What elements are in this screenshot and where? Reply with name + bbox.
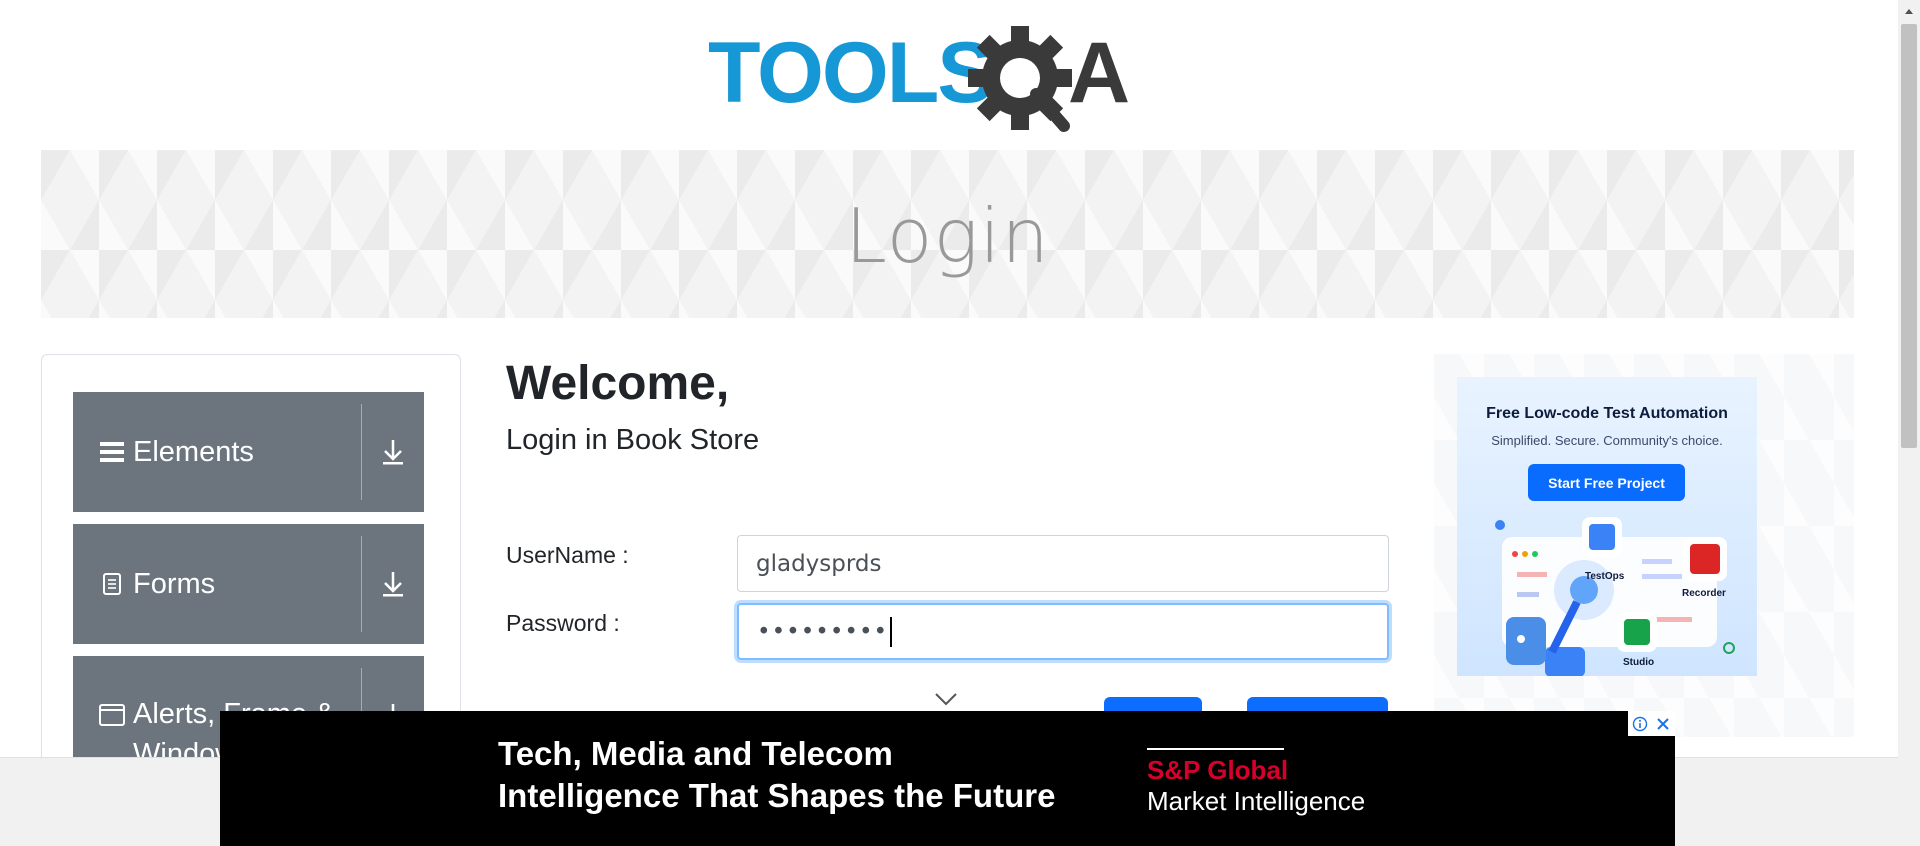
toolsqa-logo[interactable]: TOOLS A [708, 22, 1192, 134]
expand-arrow-icon[interactable] [362, 392, 424, 512]
hamburger-icon [99, 439, 125, 465]
page: TOOLS A Login Elements Forms Alerts, Win… [0, 0, 1920, 846]
expand-arrow-icon[interactable] [362, 524, 424, 644]
username-input[interactable]: gladysprds [737, 535, 1389, 592]
page-title: Login [845, 192, 1050, 280]
password-value: ••••••••• [757, 618, 889, 645]
document-icon [99, 571, 125, 597]
gear-icon [968, 26, 1072, 132]
svg-text:A: A [1068, 25, 1130, 121]
text-cursor [890, 616, 893, 647]
ad-line-2: Intelligence That Shapes the Future [498, 777, 1056, 814]
sidebar-group-label: Elements [133, 435, 254, 468]
ad-app-label: Studio [1623, 657, 1655, 668]
password-input[interactable]: ••••••••• [737, 603, 1389, 660]
svg-text:TOOLS: TOOLS [708, 25, 993, 121]
scroll-thumb[interactable] [1901, 24, 1917, 448]
sidebar-group-label: Forms [133, 567, 216, 600]
welcome-heading: Welcome, [506, 357, 730, 410]
scroll-up-icon[interactable] [1898, 0, 1920, 22]
username-label: UserName : [506, 542, 629, 568]
ad-line-1: Tech, Media and Telecom [498, 735, 893, 772]
ad-brand-name: S&P Global [1147, 755, 1289, 785]
ad-close-icon[interactable] [1651, 711, 1674, 736]
password-label: Password : [506, 610, 620, 636]
ad-app-label: TestOps [1585, 571, 1625, 582]
sidebar-group-forms[interactable]: Forms [73, 524, 424, 644]
chevron-down-icon [934, 692, 958, 711]
ad-brand-sub: Market Intelligence [1147, 786, 1366, 816]
username-value: gladysprds [756, 550, 882, 577]
window-icon [99, 702, 125, 728]
page-banner: Login [41, 150, 1854, 318]
ad-info-icon[interactable] [1628, 711, 1651, 736]
sidebar-group-elements[interactable]: Elements [73, 392, 424, 512]
login-subtitle: Login in Book Store [506, 424, 760, 456]
vertical-scrollbar[interactable] [1898, 0, 1920, 846]
ad-app-label: Recorder [1682, 588, 1726, 599]
bottom-banner-ad[interactable]: Tech, Media and Telecom Intelligence Tha… [220, 711, 1675, 846]
brand-rule [1147, 748, 1284, 750]
ad-illustration [1495, 517, 1735, 676]
katalon-ad[interactable]: Free Low-code Test Automation Simplified… [1457, 377, 1757, 676]
ad-controls [1628, 711, 1675, 736]
